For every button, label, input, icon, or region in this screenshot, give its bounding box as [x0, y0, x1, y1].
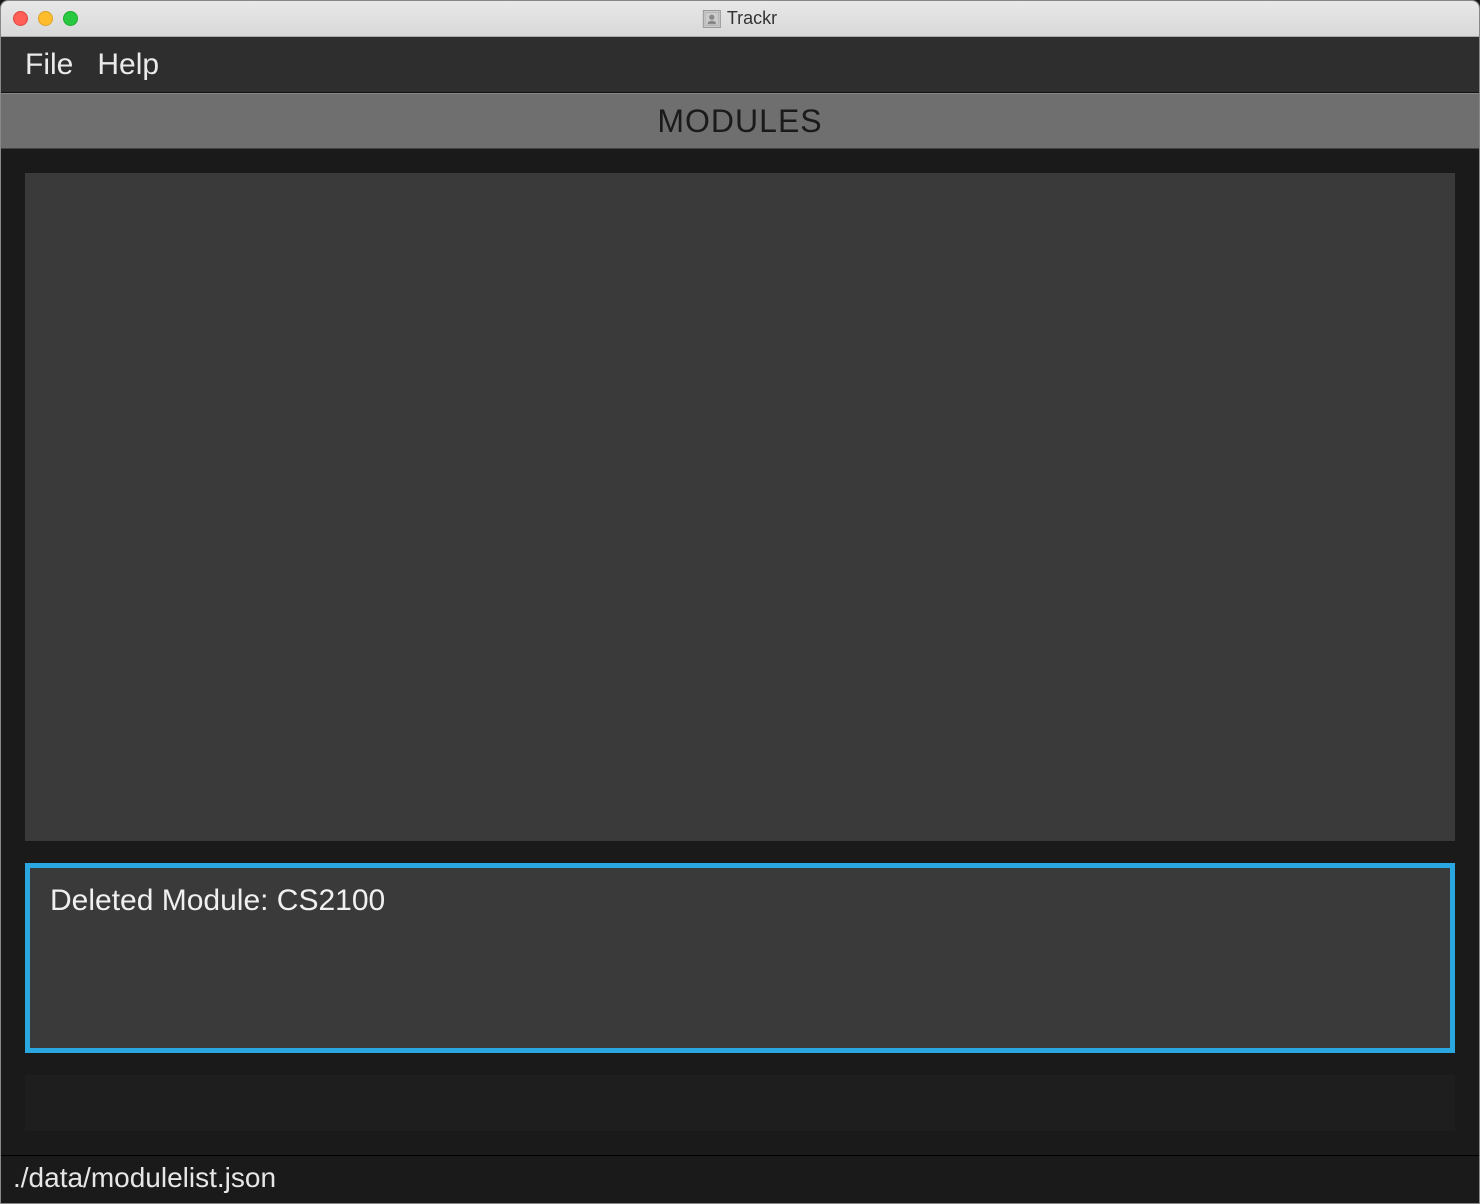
menu-help[interactable]: Help	[97, 48, 159, 82]
menu-file[interactable]: File	[25, 48, 73, 82]
content-area: Deleted Module: CS2100	[1, 149, 1479, 1155]
result-message-box: Deleted Module: CS2100	[25, 863, 1455, 1053]
app-window: Trackr File Help MODULES Deleted Module:…	[0, 0, 1480, 1204]
minimize-icon[interactable]	[38, 11, 53, 26]
section-header: MODULES	[1, 93, 1479, 149]
titlebar[interactable]: Trackr	[1, 1, 1479, 37]
menubar: File Help	[1, 37, 1479, 93]
close-icon[interactable]	[13, 11, 28, 26]
window-controls	[13, 11, 78, 26]
status-bar: ./data/modulelist.json	[1, 1155, 1479, 1203]
section-title: MODULES	[657, 103, 822, 140]
window-title: Trackr	[727, 8, 777, 29]
window-title-wrap: Trackr	[703, 8, 777, 29]
modules-panel	[25, 173, 1455, 841]
maximize-icon[interactable]	[63, 11, 78, 26]
result-message-text: Deleted Module: CS2100	[50, 884, 385, 917]
status-path: ./data/modulelist.json	[13, 1162, 276, 1194]
app-icon	[703, 10, 721, 28]
command-input[interactable]	[25, 1075, 1455, 1131]
